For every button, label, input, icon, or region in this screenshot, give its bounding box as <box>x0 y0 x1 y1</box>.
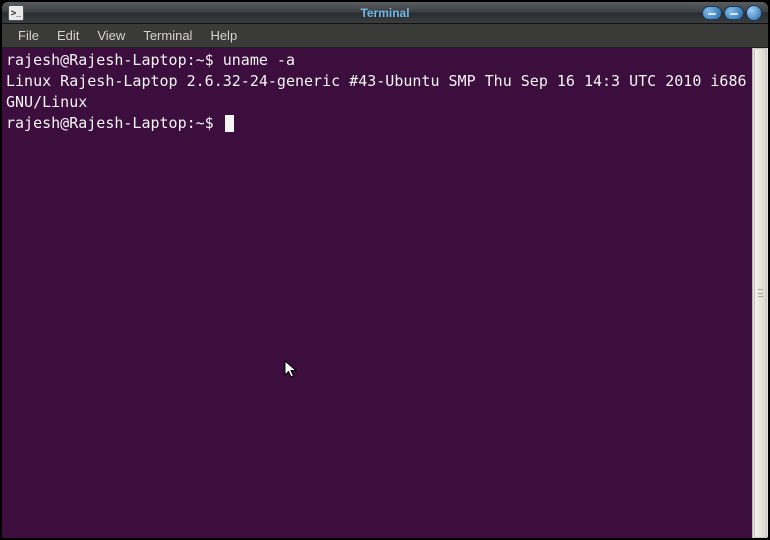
command-text: uname -a <box>223 51 295 69</box>
minimize-button[interactable] <box>702 6 722 20</box>
text-cursor <box>225 115 234 132</box>
terminal-window: >_ Terminal File Edit View Terminal Help… <box>0 0 770 540</box>
terminal-output[interactable]: rajesh@Rajesh-Laptop:~$ uname -aLinux Ra… <box>2 48 752 538</box>
menu-edit[interactable]: Edit <box>49 26 87 45</box>
prompt: rajesh@Rajesh-Laptop:~$ <box>6 51 223 69</box>
titlebar[interactable]: >_ Terminal <box>2 2 768 24</box>
window-controls <box>702 5 762 21</box>
window-title: Terminal <box>2 2 768 24</box>
terminal-line: Linux Rajesh-Laptop 2.6.32-24-generic #4… <box>6 71 748 113</box>
scroll-thumb[interactable] <box>754 48 767 538</box>
scrollbar[interactable] <box>752 48 768 538</box>
maximize-button[interactable] <box>724 6 744 20</box>
terminal-area: rajesh@Rajesh-Laptop:~$ uname -aLinux Ra… <box>2 48 768 538</box>
close-button[interactable] <box>746 5 762 21</box>
prompt: rajesh@Rajesh-Laptop:~$ <box>6 114 223 132</box>
terminal-line: rajesh@Rajesh-Laptop:~$ <box>6 113 748 134</box>
terminal-line: rajesh@Rajesh-Laptop:~$ uname -a <box>6 50 748 71</box>
menu-file[interactable]: File <box>10 26 47 45</box>
menu-terminal[interactable]: Terminal <box>135 26 200 45</box>
menu-view[interactable]: View <box>89 26 133 45</box>
menu-help[interactable]: Help <box>202 26 245 45</box>
app-icon: >_ <box>8 5 24 21</box>
menubar: File Edit View Terminal Help <box>2 24 768 48</box>
